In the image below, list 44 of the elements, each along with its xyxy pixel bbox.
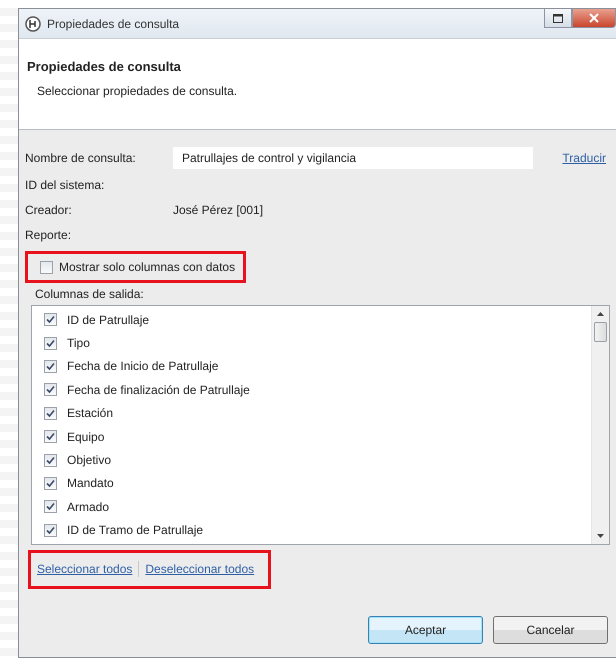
translate-link[interactable]: Traducir xyxy=(562,151,606,165)
checkbox[interactable] xyxy=(44,336,57,350)
header-subtitle: Seleccionar propiedades de consulta. xyxy=(37,84,238,98)
list-item-label: Fecha de finalización de Patrullaje xyxy=(67,382,250,397)
checkbox[interactable] xyxy=(44,454,57,467)
list-item-label: Tipo xyxy=(67,336,90,350)
select-link[interactable]: Seleccionar todos xyxy=(37,562,132,576)
field-label: Reporte: xyxy=(25,228,72,242)
close-icon xyxy=(589,13,599,23)
checkbox[interactable] xyxy=(44,476,57,490)
list-item-label: ID de Patrullaje xyxy=(67,312,150,327)
checkbox[interactable] xyxy=(44,360,57,373)
header-title: Propiedades de consulta xyxy=(27,59,182,74)
checkbox-label: Mostrar solo columnas con datos xyxy=(59,260,236,274)
maximize-icon xyxy=(553,14,563,22)
checkbox[interactable] xyxy=(44,500,57,514)
list-item-label: Armado xyxy=(67,500,110,514)
list-item-label: Fecha de Inicio de Patrullaje xyxy=(67,359,218,374)
scroll-thumb[interactable] xyxy=(594,322,607,342)
section-label: Columnas de salida: xyxy=(35,287,145,301)
app-icon xyxy=(25,16,41,32)
field-label: ID del sistema: xyxy=(25,178,106,192)
creator-value: José Pérez [001] xyxy=(173,202,264,216)
list-item-label: ID de Tramo de Patrullaje xyxy=(67,523,204,538)
checkbox[interactable] xyxy=(44,383,57,396)
checkbox[interactable] xyxy=(44,430,57,444)
close-button[interactable] xyxy=(572,9,616,28)
select-link[interactable]: Deseleccionar todos xyxy=(145,562,254,576)
window-title: Propiedades de consulta xyxy=(47,16,180,30)
query-name-field[interactable]: Patrullajes de control y vigilancia xyxy=(173,147,533,169)
scrollbar[interactable] xyxy=(591,306,609,544)
checkbox[interactable] xyxy=(44,313,57,326)
list-item-label: Equipo xyxy=(67,430,104,444)
field-label: Nombre de consulta: xyxy=(25,151,137,165)
list-item-label: Mandato xyxy=(67,476,114,490)
dialog-button[interactable]: Cancelar xyxy=(493,616,608,644)
dialog-button[interactable]: Aceptar xyxy=(368,616,483,644)
checkbox[interactable] xyxy=(44,524,57,537)
field-label: Creador: xyxy=(25,202,73,216)
maximize-button[interactable] xyxy=(544,9,572,28)
list-item-label: Objetivo xyxy=(67,453,112,468)
checkbox[interactable] xyxy=(44,406,57,420)
checkbox[interactable] xyxy=(40,260,53,274)
list-item-label: Estación xyxy=(67,406,114,420)
